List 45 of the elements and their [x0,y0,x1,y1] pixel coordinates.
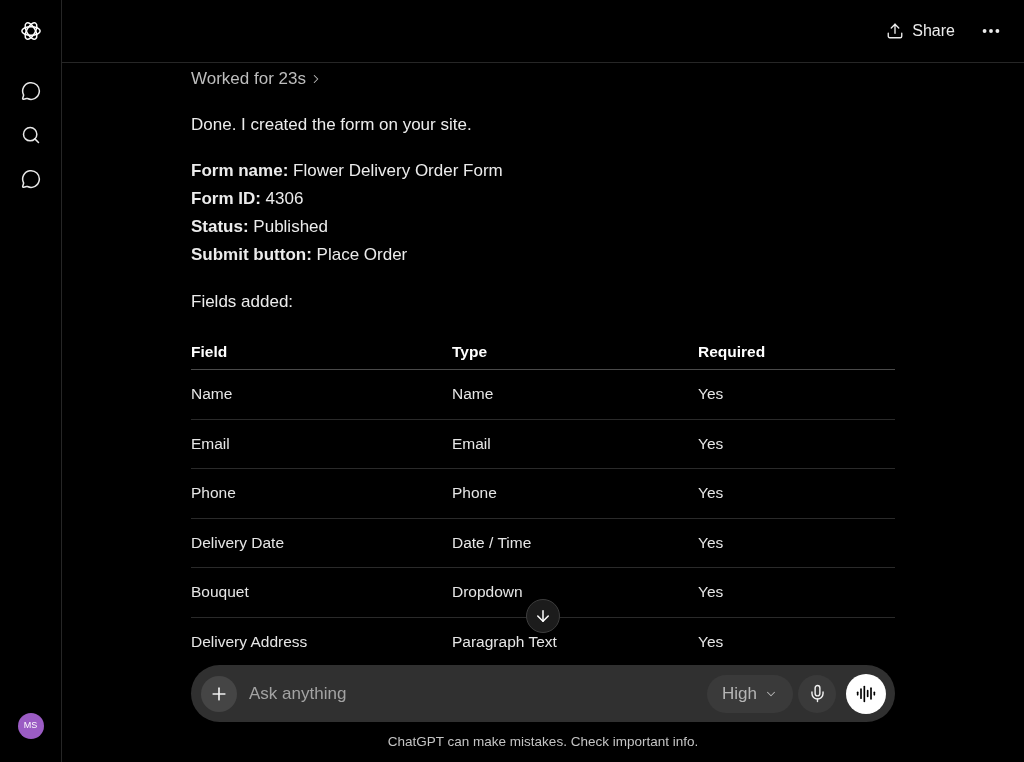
composer-bar[interactable]: Ask anything High [191,665,895,722]
audio-lines-icon [856,683,876,704]
worked-for-toggle[interactable]: Worked for 23s [191,67,323,91]
table-header-cell: Required [698,342,766,361]
detail-line: Status: Published [191,216,328,238]
table-cell: Yes [698,385,724,404]
table-cell: Name [452,385,494,404]
logo-icon[interactable] [19,20,42,42]
upload-icon [886,22,905,40]
add-button[interactable] [201,675,237,712]
table-cell: Delivery Address [191,632,308,651]
detail-line: Submit button: Place Order [191,244,408,266]
table-header-cell: Field [191,342,228,361]
table-cell: Yes [698,583,724,602]
table-cell: Phone [452,484,497,503]
table-cell: Dropdown [452,583,523,602]
mic-button[interactable] [798,674,836,713]
table-cell: Yes [698,434,724,453]
effort-dropdown[interactable]: High [707,674,793,713]
arrow-down-icon [534,607,552,625]
chat-icon[interactable] [20,169,41,189]
table-cell: Yes [698,533,724,552]
user-avatar[interactable]: MS [17,713,44,739]
table-cell: Email [452,434,491,453]
table-cell: Date / Time [452,533,532,552]
message-text: Done. I created the form on your site. [191,114,472,136]
table-header-cell: Type [452,342,488,361]
chat-icon[interactable] [20,81,41,101]
table-cell: Yes [698,632,724,651]
fields-heading: Fields added: [191,291,294,313]
table-cell: Delivery Date [191,533,285,552]
search-icon[interactable] [20,125,41,145]
message-input[interactable]: Ask anything [249,680,707,707]
table-cell: Paragraph Text [452,632,557,651]
table-cell: Email [191,434,230,453]
scroll-down-button[interactable] [526,599,560,633]
table-cell: Yes [698,484,724,503]
detail-line: Form name: Flower Delivery Order Form [191,160,503,182]
voice-button[interactable] [846,673,886,714]
table-cell: Name [191,385,233,404]
share-button[interactable]: Share [886,19,955,43]
detail-line: Form ID: 4306 [191,188,304,210]
table-cell: Bouquet [191,583,249,602]
table-cell: Phone [191,484,236,503]
disclaimer-text: ChatGPT can make mistakes. Check important info. [387,732,699,751]
